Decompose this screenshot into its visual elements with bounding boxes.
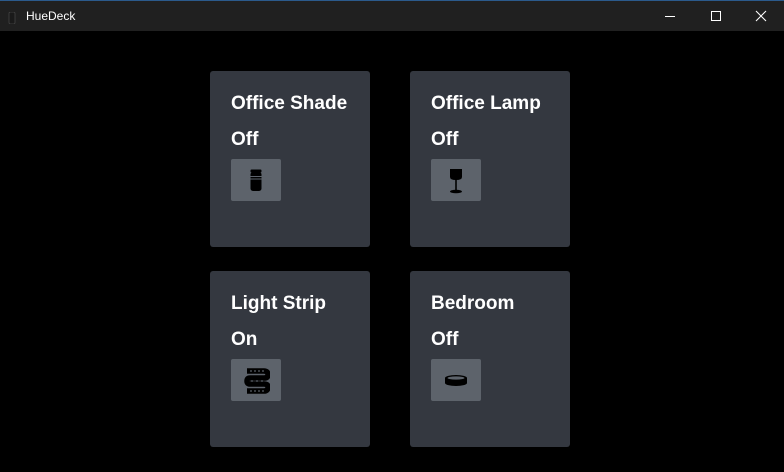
toggle-office-shade-button[interactable]	[231, 159, 281, 201]
maximize-icon	[711, 11, 721, 21]
tile-state: On	[231, 329, 258, 350]
tile-name: Light Strip	[231, 293, 326, 314]
tile-name: Office Lamp	[431, 93, 541, 114]
tile-name: Bedroom	[431, 293, 515, 314]
table-lamp-icon	[450, 169, 462, 194]
toggle-light-strip-button[interactable]	[231, 359, 281, 401]
tile-state: Off	[231, 129, 259, 150]
title-bar[interactable]: HueDeck	[0, 0, 784, 31]
tile-state: Off	[431, 329, 459, 350]
lamp-app-icon	[8, 11, 16, 25]
cylinder-lamp-icon	[250, 169, 262, 191]
tile-state: Off	[431, 129, 459, 150]
minimize-icon	[665, 16, 675, 17]
maximize-button[interactable]	[693, 1, 739, 31]
toggle-bedroom-button[interactable]	[431, 359, 481, 401]
minimize-button[interactable]	[647, 1, 693, 31]
tile-name: Office Shade	[231, 93, 348, 114]
tiles-area: Office Shade Off Office Lamp Off Light S…	[0, 31, 784, 472]
tile-office-shade[interactable]: Office Shade Off	[210, 71, 370, 247]
light-strip-icon	[244, 368, 270, 394]
toggle-office-lamp-button[interactable]	[431, 159, 481, 201]
close-icon	[755, 10, 767, 22]
tile-office-lamp[interactable]: Office Lamp Off	[410, 71, 570, 247]
close-button[interactable]	[738, 1, 784, 31]
window-title: HueDeck	[26, 9, 76, 23]
ceiling-light-icon	[445, 375, 467, 386]
tile-bedroom[interactable]: Bedroom Off	[410, 271, 570, 447]
tile-light-strip[interactable]: Light Strip On	[210, 271, 370, 447]
